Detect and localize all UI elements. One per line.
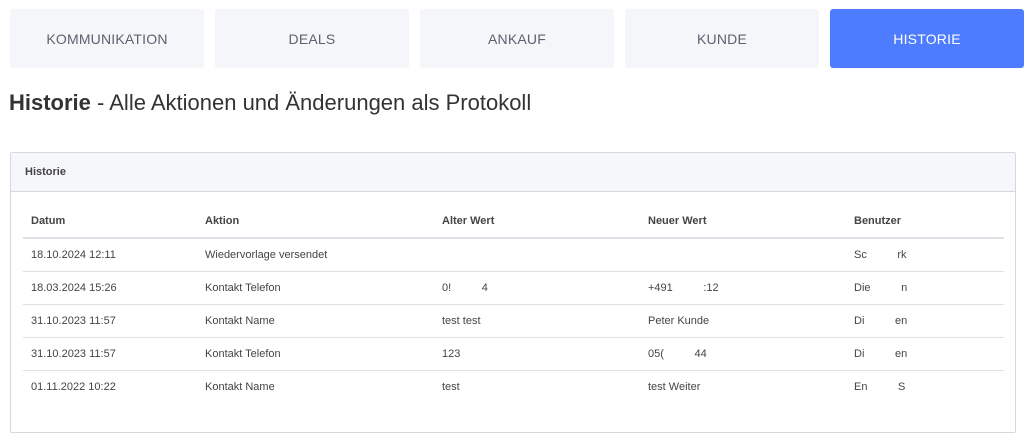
cell-datum: 18.03.2024 15:26 bbox=[23, 271, 197, 305]
cell-alter-wert: 0! 4 bbox=[434, 271, 640, 305]
cell-datum: 31.10.2023 11:57 bbox=[23, 337, 197, 371]
history-table: Datum Aktion Alter Wert Neuer Wert Benut… bbox=[23, 204, 1004, 403]
tab-kommunikation[interactable]: KOMMUNIKATION bbox=[10, 9, 204, 68]
cell-datum: 31.10.2023 11:57 bbox=[23, 304, 197, 338]
cell-aktion: Kontakt Telefon bbox=[197, 337, 434, 371]
table-row: 01.11.2022 10:22 Kontakt Name test test … bbox=[23, 371, 1004, 404]
table-header-row: Datum Aktion Alter Wert Neuer Wert Benut… bbox=[23, 204, 1004, 239]
cell-aktion: Kontakt Name bbox=[205, 381, 275, 393]
table-row: 18.03.2024 15:26 Kontakt Telefon 0! 4 +4… bbox=[23, 271, 1004, 305]
column-header-benutzer[interactable]: Benutzer bbox=[846, 204, 1004, 239]
cell-neuer-wert: +491 :12 bbox=[640, 271, 846, 305]
cell-alter-wert bbox=[434, 238, 640, 272]
cell-neuer-wert: test Weiter bbox=[648, 381, 701, 393]
tab-historie[interactable]: HISTORIE bbox=[830, 9, 1024, 68]
cell-aktion: Wiedervorlage versendet bbox=[197, 238, 434, 272]
cell-alter-wert: test test bbox=[434, 304, 640, 338]
page-title: Historie - Alle Aktionen und Änderungen … bbox=[9, 90, 531, 116]
cell-benutzer: Di en bbox=[846, 337, 1004, 371]
history-panel: Historie Datum Aktion Alter Wert Neuer W… bbox=[10, 152, 1016, 433]
tab-bar: KOMMUNIKATION DEALS ANKAUF KUNDE HISTORI… bbox=[10, 9, 1024, 68]
page-title-rest: - Alle Aktionen und Änderungen als Proto… bbox=[90, 90, 532, 115]
page-title-bold: Historie bbox=[9, 90, 91, 115]
column-header-aktion[interactable]: Aktion bbox=[197, 204, 434, 239]
table-row: 18.10.2024 12:11 Wiedervorlage versendet… bbox=[23, 238, 1004, 272]
cell-datum: 01.11.2022 10:22 bbox=[31, 381, 116, 393]
cell-aktion: Kontakt Telefon bbox=[197, 271, 434, 305]
cell-alter-wert: 123 bbox=[434, 337, 640, 371]
cell-benutzer: Di en bbox=[846, 304, 1004, 338]
cell-benutzer: Die n bbox=[846, 271, 1004, 305]
tab-deals[interactable]: DEALS bbox=[215, 9, 409, 68]
tab-kunde[interactable]: KUNDE bbox=[625, 9, 819, 68]
cell-neuer-wert: 05( 44 bbox=[640, 337, 846, 371]
cell-neuer-wert bbox=[640, 238, 846, 272]
panel-header: Historie bbox=[11, 153, 1015, 192]
column-header-neuer-wert[interactable]: Neuer Wert bbox=[640, 204, 846, 239]
cell-benutzer: Sc rk bbox=[846, 238, 1004, 272]
column-header-alter-wert[interactable]: Alter Wert bbox=[434, 204, 640, 239]
column-header-datum[interactable]: Datum bbox=[23, 204, 197, 239]
table-row: 31.10.2023 11:57 Kontakt Telefon 123 05(… bbox=[23, 337, 1004, 371]
table-row: 31.10.2023 11:57 Kontakt Name test test … bbox=[23, 304, 1004, 338]
cell-aktion: Kontakt Name bbox=[197, 304, 434, 338]
cell-alter-wert: test bbox=[442, 381, 460, 393]
tab-ankauf[interactable]: ANKAUF bbox=[420, 9, 614, 68]
cell-neuer-wert: Peter Kunde bbox=[640, 304, 846, 338]
cell-datum: 18.10.2024 12:11 bbox=[23, 238, 197, 272]
cell-benutzer: En S bbox=[854, 381, 906, 393]
